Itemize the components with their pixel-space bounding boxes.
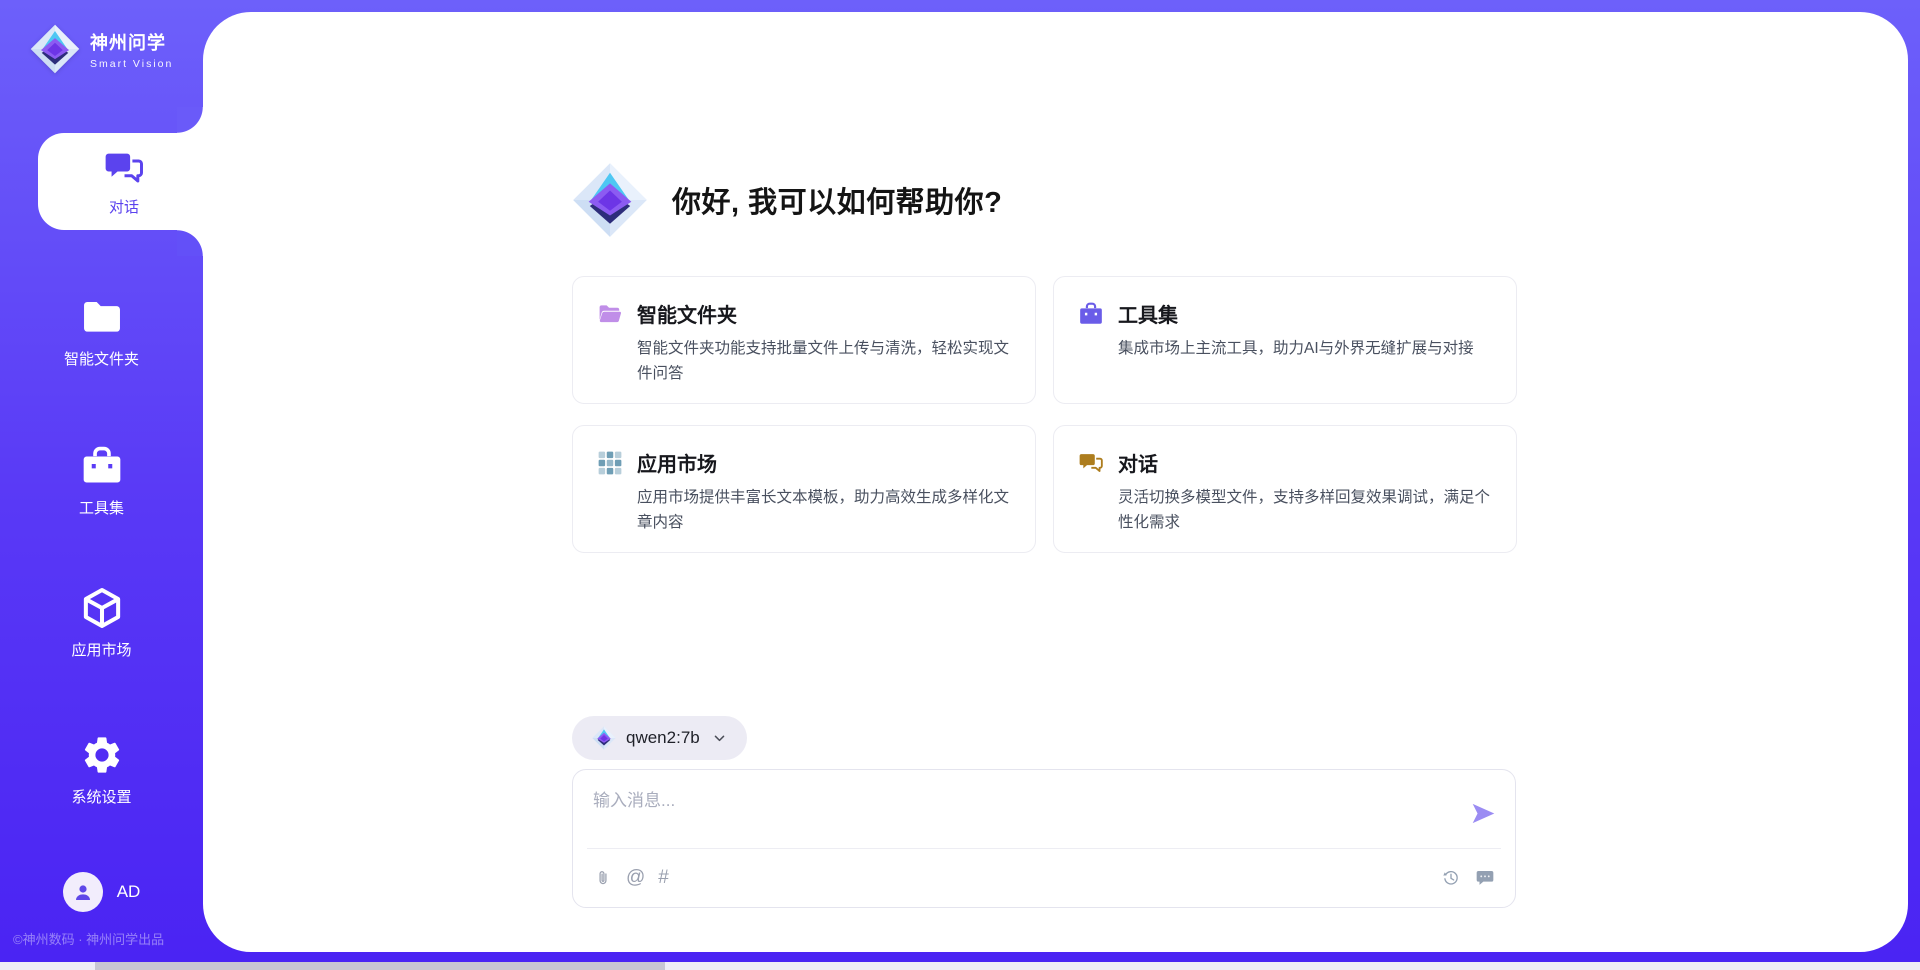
sidebar-item-chat[interactable]: 对话	[38, 133, 210, 230]
diamond-logo-icon	[592, 726, 616, 750]
card-header: 工具集	[1078, 299, 1492, 328]
card-smart-folder[interactable]: 智能文件夹 智能文件夹功能支持批量文件上传与清洗，轻松实现文件问答	[572, 276, 1036, 404]
card-title: 应用市场	[637, 448, 717, 477]
folder-open-icon	[597, 301, 623, 327]
hashtag-icon[interactable]: #	[658, 868, 669, 888]
diamond-logo-icon	[572, 162, 648, 238]
sidebar-item-label: 对话	[109, 196, 139, 217]
comment-icon[interactable]	[1475, 868, 1495, 888]
model-name: qwen2:7b	[626, 728, 700, 748]
feature-cards: 智能文件夹 智能文件夹功能支持批量文件上传与清洗，轻松实现文件问答 工具集 集成…	[572, 276, 1517, 553]
chat-bubbles-icon	[103, 147, 145, 189]
user-profile[interactable]: AD	[0, 872, 203, 912]
message-input[interactable]	[593, 786, 1470, 838]
input-row	[573, 770, 1515, 848]
greeting-heading: 你好, 我可以如何帮助你?	[672, 179, 1002, 221]
composer-toolbar: @ #	[573, 849, 1515, 907]
card-description: 应用市场提供丰富长文本模板，助力高效生成多样化文章内容	[637, 485, 1011, 535]
card-chat[interactable]: 对话 灵活切换多模型文件，支持多样回复效果调试，满足个性化需求	[1053, 425, 1517, 553]
sidebar-item-settings[interactable]: 系统设置	[0, 733, 203, 807]
toolbox-icon	[80, 444, 124, 488]
sidebar-item-label: 系统设置	[71, 786, 131, 807]
cube-icon	[80, 586, 124, 630]
horizontal-scrollbar	[0, 962, 1920, 970]
main-panel: 你好, 我可以如何帮助你? 智能文件夹 智能文件夹功能支持批量文件上传与清洗，轻…	[203, 12, 1908, 952]
card-title: 智能文件夹	[637, 299, 737, 328]
tab-fillet-top	[177, 107, 203, 133]
card-app-market[interactable]: 应用市场 应用市场提供丰富长文本模板，助力高效生成多样化文章内容	[572, 425, 1036, 553]
card-title: 对话	[1118, 448, 1158, 477]
card-description: 集成市场上主流工具，助力AI与外界无缝扩展与对接	[1118, 336, 1492, 361]
chat-bubbles-icon	[1078, 450, 1104, 476]
gear-icon	[80, 733, 124, 777]
attachment-icon[interactable]	[593, 868, 613, 888]
sidebar-item-toolset[interactable]: 工具集	[0, 444, 203, 518]
card-title: 工具集	[1118, 299, 1178, 328]
card-description: 智能文件夹功能支持批量文件上传与清洗，轻松实现文件问答	[637, 336, 1011, 386]
mention-icon[interactable]: @	[626, 868, 645, 888]
toolbox-icon	[1078, 301, 1104, 327]
brand: 神州问学 Smart Vision	[30, 24, 173, 74]
card-header: 应用市场	[597, 448, 1011, 477]
brand-subtitle: Smart Vision	[90, 58, 173, 70]
diamond-logo-icon	[30, 24, 80, 74]
sidebar-item-label: 工具集	[79, 497, 124, 518]
sidebar-item-app-market[interactable]: 应用市场	[0, 586, 203, 660]
brand-name: 神州问学	[90, 29, 173, 55]
sidebar-item-label: 应用市场	[71, 639, 131, 660]
sidebar-item-smart-folder[interactable]: 智能文件夹	[0, 295, 203, 369]
card-toolset[interactable]: 工具集 集成市场上主流工具，助力AI与外界无缝扩展与对接	[1053, 276, 1517, 404]
sidebar: 神州问学 Smart Vision 对话 智能文件夹 工具集 应用市场 系统设置	[0, 0, 203, 970]
brand-text: 神州问学 Smart Vision	[90, 29, 173, 70]
avatar	[63, 872, 103, 912]
sidebar-item-label: 智能文件夹	[64, 348, 139, 369]
user-initials: AD	[117, 882, 141, 902]
card-header: 智能文件夹	[597, 299, 1011, 328]
message-composer: @ #	[572, 769, 1516, 908]
card-header: 对话	[1078, 448, 1492, 477]
hero: 你好, 我可以如何帮助你?	[572, 162, 1002, 238]
card-description: 灵活切换多模型文件，支持多样回复效果调试，满足个性化需求	[1118, 485, 1492, 535]
tab-fillet-bottom	[177, 230, 203, 256]
chevron-down-icon	[712, 731, 727, 746]
send-icon[interactable]	[1470, 800, 1497, 827]
app-root: 你好, 我可以如何帮助你? 智能文件夹 智能文件夹功能支持批量文件上传与清洗，轻…	[0, 0, 1920, 970]
folder-icon	[80, 295, 124, 339]
grid-cube-icon	[597, 450, 623, 476]
model-selector[interactable]: qwen2:7b	[572, 716, 747, 760]
scrollbar-thumb[interactable]	[95, 962, 665, 970]
history-icon[interactable]	[1441, 868, 1461, 888]
person-icon	[71, 880, 95, 904]
copyright-text: ©神州数码 · 神州问学出品	[13, 929, 164, 948]
